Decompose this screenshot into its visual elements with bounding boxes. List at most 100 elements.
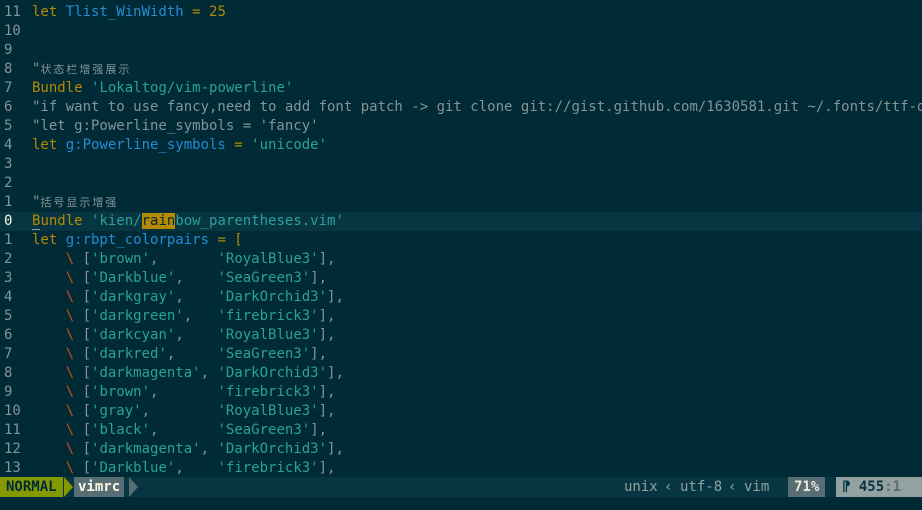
code-token: [ <box>82 422 92 438</box>
code-token: 'DarkOrchid3' <box>217 441 328 457</box>
code-token: \ <box>32 327 83 343</box>
code-line[interactable]: 8 "状态栏增强展示 <box>0 60 922 79</box>
code-line[interactable]: 11 \ ['black', 'SeaGreen3'], <box>0 421 922 440</box>
code-line[interactable]: 1 "括号显示增强 <box>0 193 922 212</box>
relative-line-number: 5 <box>4 118 13 134</box>
code-line[interactable]: 2 <box>0 174 922 193</box>
code-token: g:rbpt_colorpairs <box>65 232 210 248</box>
code-token: 'gray' <box>91 403 142 419</box>
code-token: , <box>200 441 218 457</box>
fileformat-label: unix <box>624 479 658 495</box>
code-token: ], <box>327 289 344 305</box>
code-token: 'darkgreen' <box>91 308 184 324</box>
code-token: = [ <box>209 232 243 248</box>
code-token: , <box>175 327 218 343</box>
code-token: , <box>183 308 218 324</box>
code-token: 'black' <box>91 422 151 438</box>
code-line[interactable]: 7 \ ['darkred', 'SeaGreen3'], <box>0 345 922 364</box>
code-line[interactable]: 12 \ ['darkmagenta', 'DarkOrchid3'], <box>0 440 922 459</box>
command-line[interactable] <box>0 497 922 510</box>
code-token: , <box>141 403 218 419</box>
code-token: \ <box>32 308 83 324</box>
line-content: Bundle 'kien/rainbow_parentheses.vim' <box>32 213 344 230</box>
scroll-percent: 71% <box>788 477 826 497</box>
relative-line-number: 9 <box>4 42 13 58</box>
relative-line-number: 0 <box>4 213 13 229</box>
code-token: 'darkmagenta' <box>91 365 201 381</box>
line-content: \ ['darkmagenta', 'DarkOrchid3'], <box>32 441 344 457</box>
code-line[interactable]: 5 \ ['darkgreen', 'firebrick3'], <box>0 307 922 326</box>
code-line[interactable]: 3 \ ['Darkblue', 'SeaGreen3'], <box>0 269 922 288</box>
code-token: = <box>183 4 210 20</box>
line-content: \ ['brown', 'firebrick3'], <box>32 384 336 400</box>
mode-indicator: NORMAL <box>0 477 63 497</box>
code-token: bow_parentheses.vim' <box>175 213 344 229</box>
status-line: NORMAL vimrc unix ‹ utf-8 ‹ vim 71% ⁋ 45… <box>0 477 922 497</box>
code-token: Bundle <box>32 80 92 96</box>
code-token: let <box>32 232 66 248</box>
code-token: 'firebrick3' <box>217 308 319 324</box>
code-token: 'DarkOrchid3' <box>217 289 328 305</box>
code-line[interactable]: 4 let g:Powerline_symbols = 'unicode' <box>0 136 922 155</box>
line-content: \ ['gray', 'RoyalBlue3'], <box>32 403 336 419</box>
relative-line-number: 2 <box>4 251 13 267</box>
code-token: ], <box>318 327 336 343</box>
code-token: let <box>32 4 66 20</box>
code-line[interactable]: 5 "let g:Powerline_symbols = 'fancy' <box>0 117 922 136</box>
separator-icon: ‹ <box>728 479 737 495</box>
code-token: rain <box>141 213 176 229</box>
code-token: [ <box>82 441 92 457</box>
code-token: \ <box>32 460 83 476</box>
relative-line-number: 12 <box>4 441 21 457</box>
relative-line-number: 11 <box>4 4 21 20</box>
code-token: ], <box>318 384 336 400</box>
cursor-position: ⁋ 455:1 <box>836 477 922 497</box>
code-token: 'brown' <box>91 251 151 267</box>
code-token: let <box>32 137 66 153</box>
code-token: ], <box>327 441 344 457</box>
code-line[interactable]: 11 let Tlist_WinWidth = 25 <box>0 3 922 22</box>
code-line[interactable]: 3 <box>0 155 922 174</box>
code-line[interactable]: 13 \ ['Darkblue', 'firebrick3'], <box>0 459 922 477</box>
code-token: 'Darkblue' <box>91 270 176 286</box>
relative-line-number: 7 <box>4 80 13 96</box>
code-token: \ <box>32 289 83 305</box>
code-line[interactable]: 2 \ ['brown', 'RoyalBlue3'], <box>0 250 922 269</box>
code-token: 'RoyalBlue3' <box>217 403 319 419</box>
code-token: 'brown' <box>91 384 151 400</box>
line-number: 455 <box>858 479 885 495</box>
code-token: \ <box>32 384 83 400</box>
code-token: 括号显示增强 <box>40 196 119 209</box>
relative-line-number: 6 <box>4 327 13 343</box>
code-token: 25 <box>209 4 226 20</box>
code-token: 'darkgray' <box>91 289 176 305</box>
line-content: "if want to use fancy,need to add font p… <box>32 99 922 115</box>
code-token: \ <box>32 422 83 438</box>
code-line[interactable]: 7 Bundle 'Lokaltog/vim-powerline' <box>0 79 922 98</box>
code-token: ], <box>318 308 336 324</box>
code-token: ], <box>310 270 328 286</box>
code-token: [ <box>82 327 92 343</box>
editor-buffer[interactable]: 11 let Tlist_WinWidth = 25 10 9 8 "状态栏增强展示 7 Bu… <box>0 3 922 477</box>
code-token: ], <box>318 403 336 419</box>
code-line[interactable]: 10 <box>0 22 922 41</box>
line-content: \ ['darkred', 'SeaGreen3'], <box>32 346 327 362</box>
code-line[interactable]: 9 \ ['brown', 'firebrick3'], <box>0 383 922 402</box>
code-token: , <box>175 289 218 305</box>
code-line[interactable]: 4 \ ['darkgray', 'DarkOrchid3'], <box>0 288 922 307</box>
code-line[interactable]: 6 \ ['darkcyan', 'RoyalBlue3'], <box>0 326 922 345</box>
code-line[interactable]: 10 \ ['gray', 'RoyalBlue3'], <box>0 402 922 421</box>
code-token: 'DarkOrchid3' <box>217 365 328 381</box>
line-content: \ ['darkmagenta', 'DarkOrchid3'], <box>32 365 344 381</box>
relative-line-number: 3 <box>4 270 13 286</box>
relative-line-number: 13 <box>4 460 21 476</box>
current-line[interactable]: 0 Bundle 'kien/rainbow_parentheses.vim' <box>0 212 922 231</box>
code-line[interactable]: 1 let g:rbpt_colorpairs = [ <box>0 231 922 250</box>
code-line[interactable]: 8 \ ['darkmagenta', 'DarkOrchid3'], <box>0 364 922 383</box>
filetype-label: vim <box>744 479 770 495</box>
code-token: , <box>200 365 218 381</box>
code-line[interactable]: 6 "if want to use fancy,need to add font … <box>0 98 922 117</box>
code-token: [ <box>82 270 92 286</box>
line-content: \ ['brown', 'RoyalBlue3'], <box>32 251 336 267</box>
code-line[interactable]: 9 <box>0 41 922 60</box>
